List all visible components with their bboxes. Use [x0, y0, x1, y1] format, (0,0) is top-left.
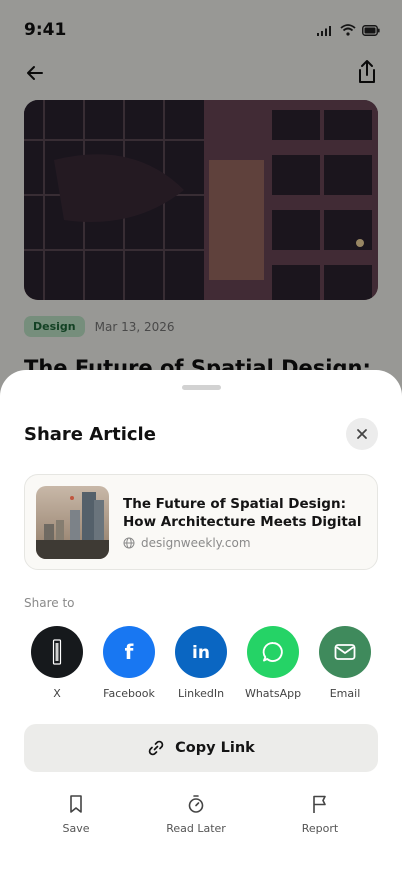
link-icon	[148, 740, 164, 756]
sheet-title: Share Article	[24, 424, 156, 445]
copy-link-label: Copy Link	[175, 740, 255, 756]
preview-domain-row: designweekly.com	[123, 536, 251, 550]
report-label: Report	[301, 822, 339, 835]
save-button[interactable]: Save	[31, 794, 121, 835]
share-label: X	[53, 687, 61, 700]
save-label: Save	[62, 822, 90, 835]
close-button[interactable]	[346, 418, 378, 450]
share-targets: X f Facebook in LinkedIn WhatsApp Email	[24, 626, 378, 700]
copy-link-button[interactable]: Copy Link	[24, 724, 378, 772]
share-sheet: Share Article The Future of Spatial Desi…	[0, 370, 402, 874]
svg-text:f: f	[125, 641, 134, 663]
article-preview-card: The Future of Spatial Design: How Archit…	[24, 474, 378, 570]
secondary-actions: Save Read Later Report	[24, 794, 378, 838]
preview-thumbnail	[36, 486, 109, 559]
close-icon	[357, 429, 367, 439]
share-label: Facebook	[103, 687, 155, 700]
whatsapp-circle[interactable]	[247, 626, 299, 678]
share-x[interactable]: X	[24, 626, 90, 700]
preview-domain: designweekly.com	[141, 536, 251, 550]
mail-icon	[334, 644, 356, 660]
preview-title: The Future of Spatial Design: How Archit…	[123, 496, 362, 530]
share-facebook[interactable]: f Facebook	[96, 626, 162, 700]
timer-icon	[188, 795, 204, 813]
share-label: WhatsApp	[244, 687, 302, 700]
share-email[interactable]: Email	[312, 626, 378, 700]
flag-icon	[313, 795, 326, 813]
linkedin-icon: in	[192, 643, 210, 662]
x-logo-icon	[52, 639, 62, 665]
read-later-button[interactable]: Read Later	[151, 794, 241, 835]
facebook-icon: f	[125, 641, 134, 663]
linkedin-circle[interactable]: in	[175, 626, 227, 678]
sheet-grabber[interactable]	[182, 385, 221, 390]
bookmark-icon	[70, 795, 82, 813]
report-button[interactable]: Report	[275, 794, 365, 835]
svg-text:in: in	[192, 643, 210, 662]
share-whatsapp[interactable]: WhatsApp	[240, 626, 306, 700]
share-linkedin[interactable]: in LinkedIn	[168, 626, 234, 700]
facebook-circle[interactable]: f	[103, 626, 155, 678]
share-label: Email	[329, 687, 361, 700]
globe-icon	[123, 537, 135, 549]
email-circle[interactable]	[319, 626, 371, 678]
share-label: LinkedIn	[177, 687, 225, 700]
x-logo-circle[interactable]	[31, 626, 83, 678]
read-later-label: Read Later	[166, 822, 226, 835]
chat-bubble-icon	[262, 642, 283, 662]
share-to-label: Share to	[24, 596, 75, 610]
